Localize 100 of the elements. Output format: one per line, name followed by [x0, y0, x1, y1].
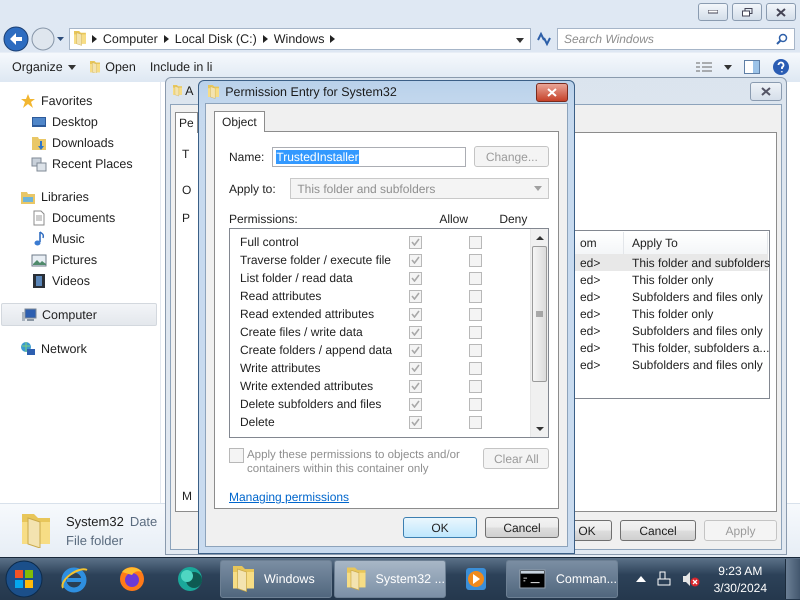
taskbar-button[interactable]: Comman... — [506, 560, 618, 598]
permission-name: Create files / write data — [240, 325, 364, 339]
sidebar-item[interactable]: Favorites — [1, 90, 157, 111]
sidebar-item[interactable]: Downloads — [1, 132, 157, 153]
label-text: M — [182, 489, 193, 503]
column-header: Allow — [439, 212, 470, 226]
sidebar-item[interactable]: Music — [1, 228, 157, 249]
check-icon — [411, 418, 420, 426]
start-button[interactable] — [4, 559, 44, 600]
chevron-icon — [92, 34, 97, 42]
field-label: Name: — [229, 150, 264, 164]
item-name: System32 — [66, 514, 124, 529]
scroll-up-icon[interactable] — [536, 234, 544, 242]
sidebar-item[interactable]: Documents — [1, 207, 157, 228]
toolbar-button[interactable]: Open — [90, 58, 136, 74]
show-desktop-button[interactable] — [785, 559, 800, 600]
sidebar-item[interactable]: Computer — [1, 303, 157, 326]
downloads-icon — [31, 134, 47, 150]
sidebar-item[interactable]: Videos — [1, 270, 157, 291]
help-link[interactable]: Managing permissions — [229, 490, 350, 504]
folder-icon — [233, 566, 254, 592]
permissions-list[interactable] — [229, 228, 550, 438]
recent-places-icon — [31, 156, 47, 172]
dialog-button[interactable]: OK — [403, 517, 477, 538]
minimize-icon — [708, 10, 718, 14]
table-cell-text: Subfolders and files only — [631, 324, 764, 338]
folder-icon — [347, 566, 366, 592]
star-icon — [20, 92, 36, 108]
window-title: A — [185, 84, 194, 98]
check-icon — [411, 382, 420, 390]
breadcrumb[interactable]: Local Disk (C:) — [174, 32, 257, 46]
list-row[interactable]: ed> This folder and subfolders — [572, 254, 768, 271]
column-header: Deny — [499, 212, 528, 226]
table-cell-text: ed> — [579, 324, 602, 338]
field-label: Apply to: — [229, 182, 276, 196]
table-cell-text: This folder only — [631, 272, 714, 286]
caret-icon — [534, 186, 542, 191]
muted-speaker-icon[interactable] — [682, 571, 700, 588]
permission-name: Write attributes — [240, 361, 322, 375]
dialog-button[interactable]: Cancel — [485, 517, 559, 538]
list-row[interactable]: ed> Subfolders and files only — [572, 288, 768, 305]
permission-name: List folder / read data — [240, 271, 354, 285]
check-icon — [411, 400, 420, 408]
clock[interactable]: 9:23 AM 3/30/2024 — [710, 564, 775, 595]
sidebar-item[interactable]: Recent Places — [1, 153, 157, 174]
toolbar-button[interactable]: Include in li — [150, 58, 212, 74]
permission-name: Full control — [240, 235, 300, 249]
permission-name: Delete — [240, 415, 276, 429]
search-icon — [776, 32, 788, 44]
close-icon — [761, 86, 771, 96]
check-icon — [411, 238, 420, 246]
table-cell-text: ed> — [579, 272, 602, 286]
computer-icon — [21, 306, 37, 322]
field-label: Permissions: — [229, 212, 299, 226]
sidebar-item[interactable]: Libraries — [1, 186, 157, 207]
list-row[interactable]: ed> This folder only — [572, 305, 768, 322]
film-icon — [31, 272, 47, 288]
show-hidden-icons-icon[interactable] — [636, 576, 646, 582]
restore-icon — [742, 8, 752, 16]
minimize-button[interactable] — [698, 3, 728, 21]
dialog-button[interactable]: Cancel — [620, 520, 696, 541]
close-button[interactable] — [536, 82, 568, 102]
close-button[interactable] — [750, 82, 782, 100]
preview-pane-icon[interactable] — [744, 60, 760, 74]
toolbar-button[interactable]: Organize — [12, 58, 76, 74]
check-icon — [411, 274, 420, 282]
scroll-down-icon[interactable] — [536, 425, 544, 433]
list-row[interactable]: ed> This folder only — [572, 271, 768, 288]
close-button[interactable] — [766, 3, 796, 21]
tab[interactable]: Pe — [175, 112, 198, 133]
caret-icon — [516, 38, 524, 42]
table-cell-text: This folder and subfolders — [631, 256, 770, 270]
maximize-button[interactable] — [732, 3, 762, 21]
breadcrumb[interactable]: Windows — [274, 32, 324, 46]
table-cell-text: Subfolders and files only — [631, 290, 764, 304]
list-row[interactable]: ed> Subfolders and files only — [572, 322, 768, 339]
close-icon — [776, 8, 786, 16]
network-icon[interactable] — [656, 571, 672, 588]
list-row[interactable]: ed> Subfolders and files only — [572, 356, 768, 373]
table-cell-text: Subfolders and files only — [631, 358, 764, 372]
view-options-icon[interactable] — [696, 61, 712, 73]
list-row[interactable]: ed> This folder, subfolders a... — [572, 339, 768, 356]
sidebar-item[interactable]: Desktop — [1, 111, 157, 132]
sidebar-item[interactable]: Pictures — [1, 249, 157, 270]
help-icon[interactable] — [772, 58, 790, 76]
taskbar-button[interactable]: Windows — [220, 560, 332, 598]
check-icon — [411, 310, 420, 318]
table-cell-text: This folder, subfolders a... — [631, 340, 770, 354]
scrollbar[interactable] — [530, 229, 548, 437]
table-cell-text: ed> — [579, 358, 602, 372]
back-button[interactable] — [3, 26, 65, 52]
check-icon — [411, 364, 420, 372]
sidebar-item[interactable]: Network — [1, 338, 157, 359]
column-header[interactable]: om — [572, 232, 624, 254]
window-title: Permission Entry for System32 — [225, 85, 397, 99]
address-bar[interactable]: Computer Local Disk (C:) Windows — [69, 28, 531, 50]
folder-icon — [208, 85, 220, 99]
column-header[interactable]: Apply To — [624, 232, 768, 254]
breadcrumb[interactable]: Computer — [102, 32, 158, 46]
tab[interactable]: Object — [214, 111, 265, 132]
